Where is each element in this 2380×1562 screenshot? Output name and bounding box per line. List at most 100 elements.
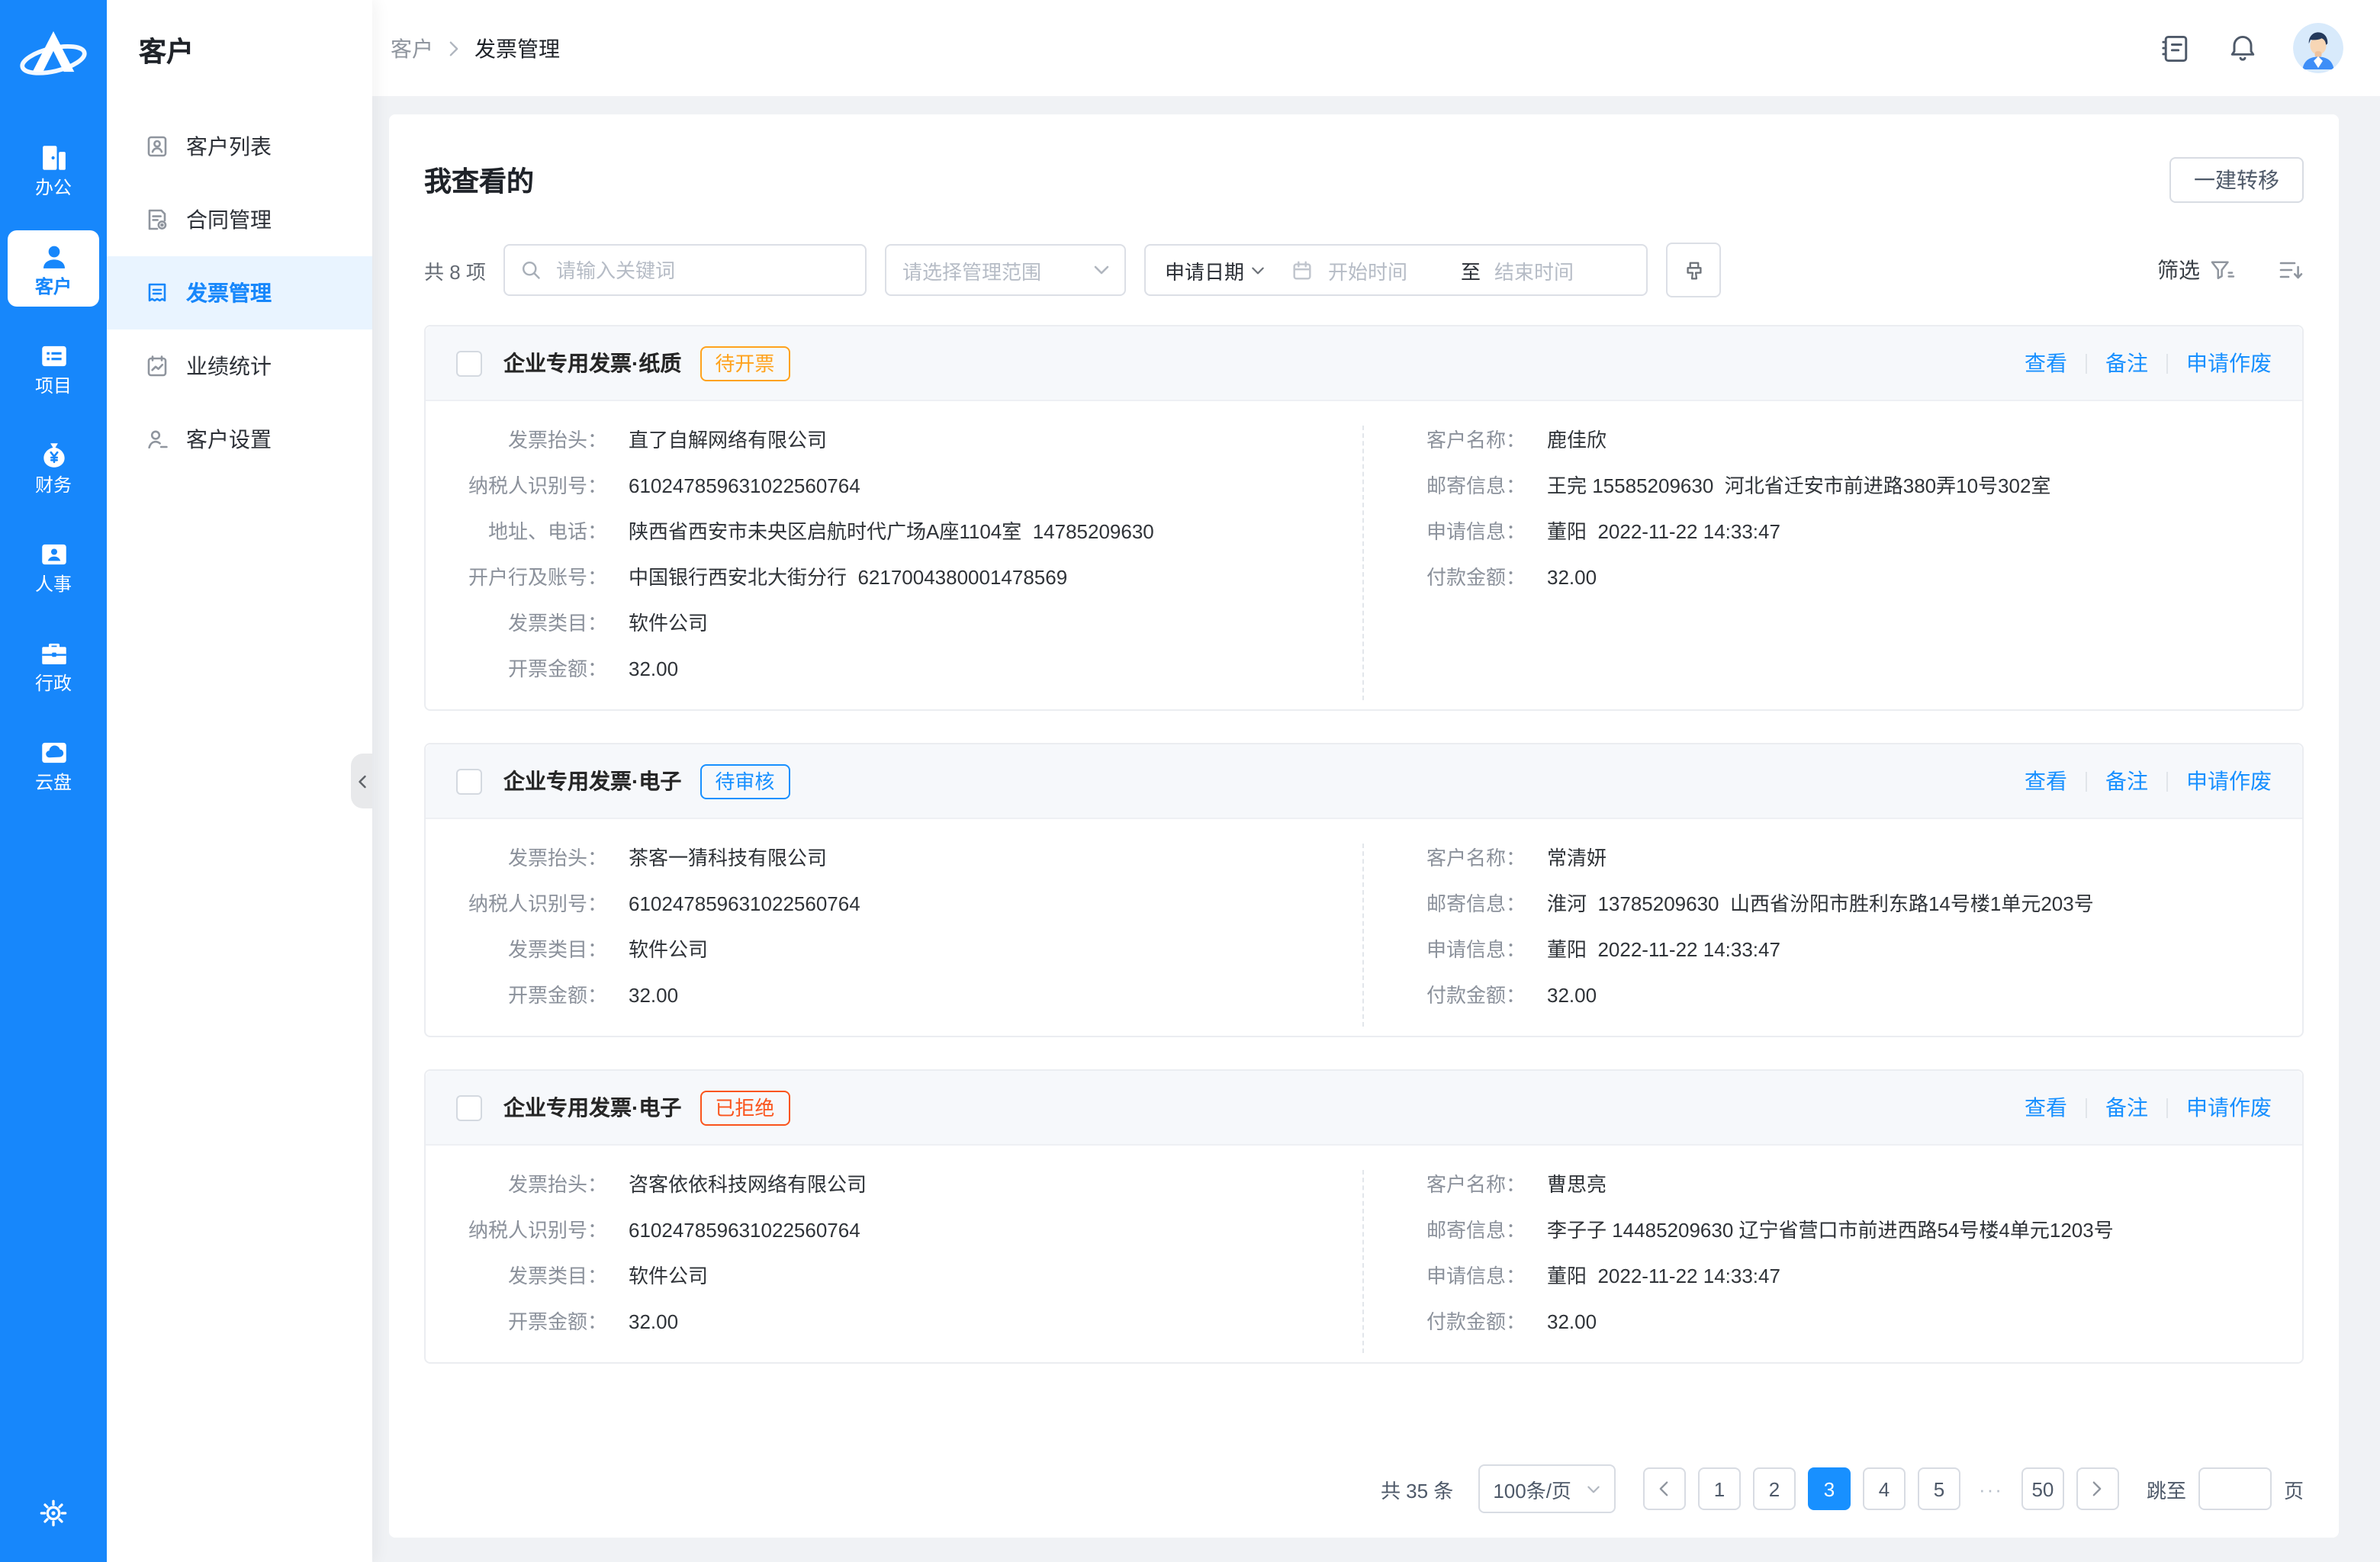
prev-page-button[interactable] (1643, 1467, 1686, 1510)
view-link[interactable]: 查看 (2025, 1092, 2067, 1123)
submenu-item-label: 客户设置 (186, 424, 272, 455)
topbar-actions (2159, 23, 2343, 73)
filter-toggle[interactable]: 筛选 (2157, 255, 2235, 285)
invoice-body: 发票抬头：咨客依依科技网络有限公司 纳税人识别号：610247859631022… (426, 1146, 2302, 1362)
field-value: 王完 15585209630 河北省迁安市前进路380弄10号302室 (1547, 471, 2050, 502)
submenu-item-contract[interactable]: 合同管理 (107, 183, 372, 256)
sidebar-item-label: 财务 (35, 474, 72, 495)
note-link[interactable]: 备注 (2105, 766, 2148, 796)
breadcrumb-parent[interactable]: 客户 (391, 33, 433, 63)
invoice-left-column: 发票抬头：直了自解网络有限公司 纳税人识别号：61024785963102256… (426, 426, 1364, 700)
sidebar-item-label: 人事 (35, 573, 72, 594)
search-input[interactable] (553, 257, 851, 283)
app-logo[interactable] (18, 21, 88, 92)
page-button-1[interactable]: 1 (1698, 1467, 1741, 1510)
field-label: 发票类目： (461, 609, 607, 639)
field-label: 发票类目： (461, 1261, 607, 1292)
submenu-list: 客户列表 合同管理 发票管理 业绩统计 (107, 110, 372, 476)
note-link[interactable]: 备注 (2105, 348, 2148, 378)
scope-select[interactable]: 请选择管理范围 (886, 244, 1127, 296)
field-label: 客户名称： (1419, 844, 1526, 874)
panel-head: 我查看的 一建转移 (424, 142, 2304, 218)
sidebar-collapse-handle[interactable] (351, 754, 372, 808)
void-link[interactable]: 申请作废 (2186, 348, 2272, 378)
cloud-drive-icon (37, 736, 69, 768)
sidebar-item-label: 客户 (35, 275, 72, 297)
field-value: 咨客依依科技网络有限公司 (629, 1170, 867, 1200)
field-value: 常清妍 (1547, 844, 1606, 874)
page-ellipsis[interactable]: ··· (1973, 1477, 2009, 1500)
jump-label: 跳至 (2147, 1474, 2186, 1503)
field-label: 客户名称： (1419, 1170, 1526, 1200)
field-label: 发票类目： (461, 935, 607, 966)
bell-icon[interactable] (2226, 31, 2259, 65)
page-button-4[interactable]: 4 (1863, 1467, 1906, 1510)
divider (2086, 353, 2087, 373)
end-date-value[interactable]: 结束时间 (1494, 256, 1574, 284)
note-link[interactable]: 备注 (2105, 1092, 2148, 1123)
void-link[interactable]: 申请作废 (2186, 1092, 2272, 1123)
divider (2166, 1098, 2168, 1117)
invoice-actions: 查看 备注 申请作废 (2025, 1092, 2272, 1123)
sidebar-item-customer[interactable]: 客户 (8, 230, 99, 307)
invoice-title: 企业专用发票·电子 (503, 766, 681, 796)
invoice-right-column: 客户名称：常清妍 邮寄信息：淮河 13785209630 山西省汾阳市胜利东路1… (1364, 844, 2302, 1027)
field-value: 610247859631022560764 (629, 889, 860, 920)
user-avatar[interactable] (2293, 23, 2343, 73)
filter-toggle-label: 筛选 (2157, 255, 2200, 285)
field-label: 开票金额： (461, 981, 607, 1011)
view-link[interactable]: 查看 (2025, 348, 2067, 378)
submenu-item-invoice[interactable]: 发票管理 (107, 256, 372, 329)
search-icon (521, 259, 542, 281)
page-button-50[interactable]: 50 (2021, 1467, 2064, 1510)
sidebar-item-admin[interactable]: 行政 (8, 627, 99, 703)
sidebar-item-office[interactable]: 办公 (8, 131, 99, 207)
performance-icon (145, 354, 169, 378)
date-type-select[interactable]: 申请日期 (1165, 256, 1266, 284)
status-badge: 已拒绝 (700, 1090, 790, 1125)
settings-gear-icon[interactable] (38, 1498, 69, 1528)
void-link[interactable]: 申请作废 (2186, 766, 2272, 796)
sidebar-item-finance[interactable]: 财务 (8, 429, 99, 505)
sidebar-item-hr[interactable]: 人事 (8, 528, 99, 604)
invoice-title: 企业专用发票·纸质 (503, 348, 681, 378)
invoice-checkbox[interactable] (456, 350, 482, 376)
range-separator: 至 (1461, 256, 1481, 284)
sidebar-item-project[interactable]: 项目 (8, 329, 99, 406)
field-label: 纳税人识别号： (461, 471, 607, 502)
field-value: 32.00 (629, 981, 678, 1011)
submenu-item-label: 发票管理 (186, 278, 272, 308)
sidebar-item-label: 行政 (35, 672, 72, 693)
clear-filter-button[interactable] (1667, 243, 1722, 297)
chevron-right-icon (449, 40, 459, 56)
submenu-item-performance[interactable]: 业绩统计 (107, 329, 372, 403)
keyword-search (504, 244, 867, 296)
sidebar-item-cloud[interactable]: 云盘 (8, 726, 99, 802)
invoice-card: 企业专用发票·电子 待审核 查看 备注 申请作废 (424, 743, 2304, 1037)
view-link[interactable]: 查看 (2025, 766, 2067, 796)
breadcrumb: 客户 发票管理 (391, 33, 560, 63)
invoice-checkbox[interactable] (456, 768, 482, 794)
page-size-select[interactable]: 100条/页 (1478, 1464, 1616, 1513)
invoice-icon (145, 281, 169, 305)
submenu-item-customer-settings[interactable]: 客户设置 (107, 403, 372, 476)
next-page-button[interactable] (2076, 1467, 2119, 1510)
field-label: 开票金额： (461, 654, 607, 685)
invoice-checkbox[interactable] (456, 1094, 482, 1120)
start-date-value[interactable]: 开始时间 (1328, 256, 1407, 284)
jump-page-input[interactable] (2198, 1467, 2272, 1510)
transfer-button[interactable]: 一建转移 (2169, 157, 2304, 203)
submenu-item-customer-list[interactable]: 客户列表 (107, 110, 372, 183)
journal-icon[interactable] (2159, 31, 2192, 65)
page-button-5[interactable]: 5 (1918, 1467, 1960, 1510)
page-size-value: 100条/页 (1493, 1474, 1571, 1503)
invoice-card-header: 企业专用发票·电子 待审核 查看 备注 申请作废 (426, 744, 2302, 819)
sort-list-icon[interactable] (2278, 259, 2304, 281)
primary-sidebar: 办公 客户 项目 财务 (0, 0, 107, 1562)
sidebar-item-label: 办公 (35, 176, 72, 198)
admin-icon (37, 637, 69, 669)
field-value: 32.00 (629, 1307, 678, 1338)
field-label: 付款金额： (1419, 981, 1526, 1011)
page-button-2[interactable]: 2 (1753, 1467, 1796, 1510)
page-button-3-active[interactable]: 3 (1808, 1467, 1851, 1510)
